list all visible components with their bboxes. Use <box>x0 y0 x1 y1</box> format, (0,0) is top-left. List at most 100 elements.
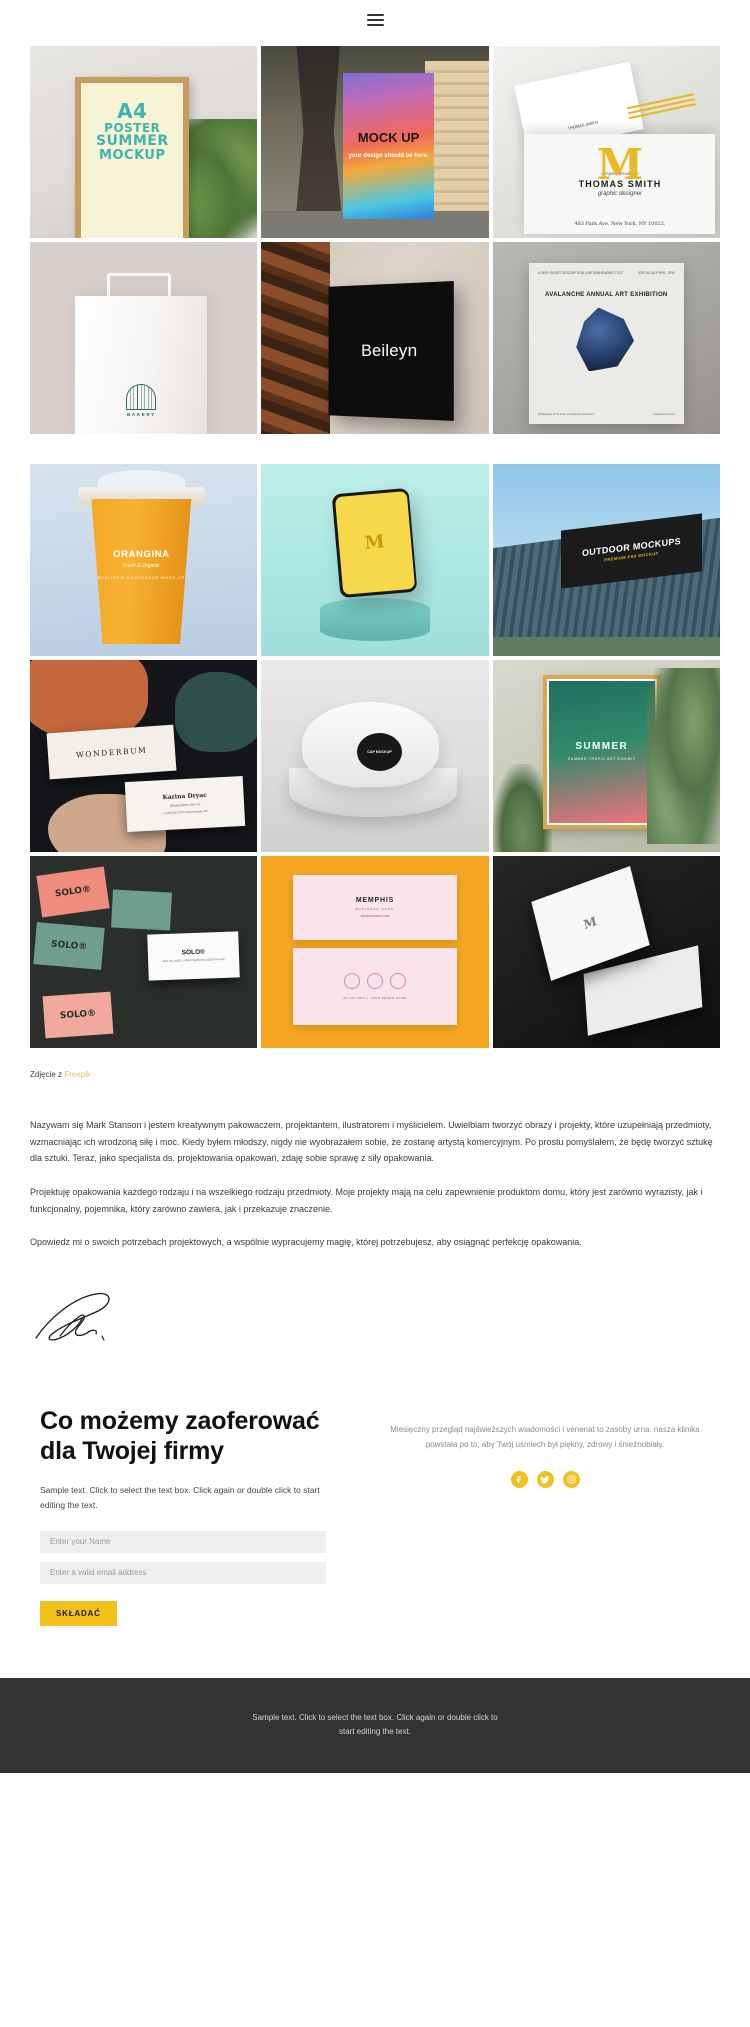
offer-subtitle: Sample text. Click to select the text bo… <box>40 1484 320 1510</box>
billboard-headline: MOCK UP <box>357 129 420 145</box>
image-attribution: Zdjęcie z Freepik <box>0 1048 750 1079</box>
coffee-cup: ORANGINA Fresh & Organic REALISTIC PHOTO… <box>91 498 192 645</box>
paper-bag: BAKERY <box>75 295 208 434</box>
cup-brand: ORANGINA <box>113 548 170 560</box>
hamburger-menu-icon[interactable] <box>366 11 384 29</box>
summer-subtext: SUMMER TROPIC ART EXHIBIT <box>567 757 636 762</box>
cup-tagline: Fresh & Organic <box>123 562 160 569</box>
wood-wall-decor <box>261 242 330 434</box>
poster-artwork: A4 POSTER SUMMER MOCKUP <box>86 87 179 235</box>
summer-artwork: SUMMER SUMMER TROPIC ART EXHIBIT <box>546 679 657 825</box>
poster-line-1: A4 <box>117 98 148 123</box>
memphis-card-back: 00-123-4567 | YOUR BRAND NAME <box>293 948 457 1025</box>
wonderbum-card-front: WONDERBUM <box>46 724 177 780</box>
hamburger-bar <box>366 14 384 16</box>
bakery-logo: BAKERY <box>124 384 158 417</box>
poster-meta-right: 2020 06 JULY 9PM - 3PM <box>637 271 675 276</box>
newsletter-text: Miesięczny przegląd najświeższych wiadom… <box>390 1424 700 1450</box>
cup-lines: REALISTIC PHOTOSHOP MOCK-UP <box>97 575 186 580</box>
site-footer: Sample text. Click to select the text bo… <box>0 1677 750 1773</box>
wonderbum-person: Karina Dryac <box>161 791 207 802</box>
circle-icon <box>343 973 360 990</box>
hamburger-bar <box>366 19 384 21</box>
solo-card: SOLO® SEE US LABEL & PRINT WWW.SOLODESIG… <box>147 931 240 981</box>
wonderbum-card-back: Karina Dryac BRAND DIRECTOR / ID +1 202 … <box>124 776 245 833</box>
site-header <box>0 0 750 40</box>
building-decor <box>425 61 489 212</box>
billboard-subtext: your design should be here. <box>348 152 429 159</box>
gallery-top: A4 POSTER SUMMER MOCKUP MOCK UP your des… <box>0 46 750 434</box>
poster-line-4: MOCKUP <box>99 147 166 163</box>
gallery-tile-bakery-bag[interactable]: BAKERY <box>30 242 258 434</box>
footer-text: Sample text. Click to select the text bo… <box>252 1713 498 1737</box>
gallery-tile-avalanche-poster[interactable]: A VERY SHORT DESCRIPTION LINE SUBHEADING… <box>492 242 720 434</box>
card-person-name: THOMAS SMITH <box>578 179 662 190</box>
poster-meta-left: A VERY SHORT DESCRIPTION LINE SUBHEADING… <box>538 271 623 276</box>
attribution-prefix: Zdjęcie z <box>30 1070 65 1079</box>
poster-footer: Showcasing of the finest of Avalanche an… <box>538 413 675 416</box>
gallery-tile-beileyn-sign[interactable]: Beileyn <box>261 242 489 434</box>
card-person-role: graphic designer <box>597 191 643 198</box>
card-front: company@mail.com M THOMAS SMITH graphic … <box>524 134 716 235</box>
facebook-icon[interactable] <box>510 1471 528 1489</box>
freepik-link[interactable]: Freepik <box>64 1070 91 1079</box>
poster-meta: A VERY SHORT DESCRIPTION LINE SUBHEADING… <box>538 271 675 276</box>
gallery-tile-wonderbum[interactable]: WONDERBUM Karina Dryac BRAND DIRECTOR / … <box>30 660 258 852</box>
memphis-card-front: MEMPHIS BUSINESS CARD WWW.EXAMPLE.COM <box>293 875 457 941</box>
arch-icon <box>126 384 157 411</box>
solo-swatch: SOLO® <box>32 922 105 971</box>
memphis-title: MEMPHIS <box>355 897 395 905</box>
solo-swatch: SOLO® <box>36 866 110 919</box>
billboard-panel: MOCK UP your design should be here. <box>343 72 435 219</box>
gallery-tile-solo-branding[interactable]: SOLO® SOLO® SOLO® SOLO® SEE US LABEL & P… <box>30 856 258 1048</box>
phone-screen: M <box>334 490 416 596</box>
wonderbum-sub: BRAND DIRECTOR / ID <box>169 802 200 808</box>
gallery-tile-summer-poster[interactable]: SUMMER SUMMER TROPIC ART EXHIBIT <box>492 660 720 852</box>
gallery-bottom: ORANGINA Fresh & Organic REALISTIC PHOTO… <box>0 464 750 1048</box>
memphis-footer: 00-123-4567 | YOUR BRAND NAME <box>343 996 407 1001</box>
gallery-tile-dark-envelope[interactable]: M <box>492 856 720 1048</box>
memphis-rings <box>343 973 406 990</box>
memphis-subtitle: BUSINESS CARD <box>355 907 395 912</box>
solo-swatch-blank <box>110 889 172 931</box>
submit-button[interactable]: SKŁADAĆ <box>40 1600 117 1626</box>
wonderbum-title: WONDERBUM <box>75 745 148 760</box>
gallery-tile-business-card[interactable]: THOMAS SMITH company@mail.com M THOMAS S… <box>492 46 720 238</box>
circle-icon <box>389 973 406 990</box>
gallery-tile-street-billboard[interactable]: MOCK UP your design should be here. <box>261 46 489 238</box>
email-input[interactable] <box>40 1561 326 1584</box>
hamburger-bar <box>366 24 384 26</box>
bakery-logo-text: BAKERY <box>126 412 156 418</box>
twitter-icon[interactable] <box>536 1471 554 1489</box>
card-address: 483 Park Ave, New York, NY 10022, <box>574 221 666 228</box>
poster-foot-left: Showcasing of the finest of Avalanche an… <box>538 413 594 417</box>
summer-title: SUMMER <box>575 741 629 753</box>
offer-section: Co możemy zaoferować dla Twojej firmy Sa… <box>0 1344 750 1626</box>
solo-card-sub: SEE US LABEL & PRINT WWW.SOLODESIGN.COM <box>162 957 225 963</box>
poster-title: AVALANCHE ANNUAL ART EXHIBITION <box>545 291 668 298</box>
name-input[interactable] <box>40 1530 326 1553</box>
picture-frame: A4 POSTER SUMMER MOCKUP <box>75 76 190 238</box>
gallery-tile-orangina-cup[interactable]: ORANGINA Fresh & Organic REALISTIC PHOTO… <box>30 464 258 656</box>
social-links <box>380 1471 710 1489</box>
gallery-tile-memphis-card[interactable]: MEMPHIS BUSINESS CARD WWW.EXAMPLE.COM 00… <box>261 856 489 1048</box>
offer-left-column: Co możemy zaoferować dla Twojej firmy Sa… <box>40 1406 340 1626</box>
frame-mat: A4 POSTER SUMMER MOCKUP <box>81 82 184 238</box>
summer-frame: SUMMER SUMMER TROPIC ART EXHIBIT <box>542 675 661 829</box>
gallery-tile-outdoor-billboard[interactable]: OUTDOOR MOCKUPS PREMIUM PSD MOCKUP <box>492 464 720 656</box>
solo-card-title: SOLO® <box>181 948 206 957</box>
circle-icon <box>366 973 383 990</box>
poster-foot-right: avalanche-art.com <box>653 413 675 417</box>
gallery-tile-a4-poster[interactable]: A4 POSTER SUMMER MOCKUP <box>30 46 258 238</box>
memphis-url: WWW.EXAMPLE.COM <box>360 914 390 919</box>
bio-paragraph-3: Opowiedz mi o swoich potrzebach projekto… <box>30 1237 582 1248</box>
offer-right-column: Miesięczny przegląd najświeższych wiadom… <box>380 1406 710 1626</box>
gallery-tile-phone-pedestal[interactable]: M <box>261 464 489 656</box>
bio-paragraph-1: Nazywam się Mark Stanson i jestem kreaty… <box>30 1120 713 1164</box>
instagram-icon[interactable] <box>562 1471 580 1489</box>
gallery-tile-cap-mockup[interactable]: CAP MOCKUP <box>261 660 489 852</box>
poster-line-3: SUMMER <box>95 133 169 150</box>
grass-strip <box>492 636 720 656</box>
sign-panel: Beileyn <box>328 281 455 422</box>
sign-text: Beileyn <box>360 341 418 361</box>
